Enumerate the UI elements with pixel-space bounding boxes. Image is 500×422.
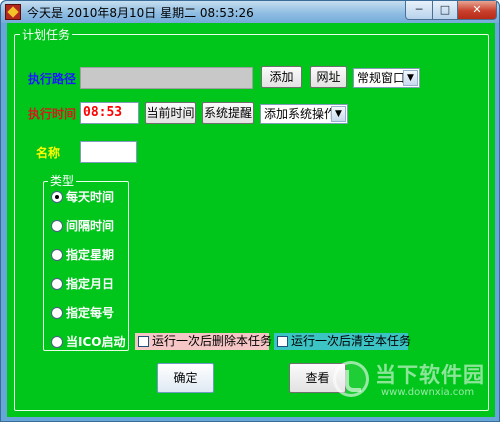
chevron-down-icon[interactable]: ▼: [331, 106, 346, 122]
type-option-label: 每天时间: [66, 190, 115, 204]
radio-button-5[interactable]: [51, 336, 63, 348]
type-option-label: 当ICO启动: [66, 335, 126, 349]
add-path-button[interactable]: 添加: [261, 66, 302, 88]
name-input[interactable]: [80, 141, 137, 163]
type-option-label: 间隔时间: [66, 219, 115, 233]
type-option-label: 指定月日: [66, 277, 115, 291]
delete-after-run-checkbox[interactable]: 运行一次后删除本任务: [135, 333, 273, 350]
chevron-down-icon[interactable]: ▼: [403, 70, 418, 86]
window-mode-value: 常规窗口: [357, 71, 406, 85]
radio-button-3[interactable]: [51, 278, 63, 290]
exec-path-label: 执行路径: [28, 72, 77, 86]
type-group-caption: 类型: [48, 174, 77, 188]
exec-time-label: 执行时间: [28, 107, 77, 121]
system-action-value: 添加系统操作: [264, 107, 337, 121]
system-action-select[interactable]: 添加系统操作 ▼: [260, 104, 348, 124]
checkbox-box[interactable]: [138, 336, 149, 347]
schedule-task-caption: 计划任务: [20, 28, 73, 42]
delete-after-run-label: 运行一次后删除本任务: [152, 334, 273, 348]
type-group: [43, 181, 129, 351]
type-option-label: 指定每号: [66, 306, 115, 320]
radio-button-4[interactable]: [51, 307, 63, 319]
title-bar[interactable]: 今天是 2010年8月10日 星期二 08:53:26 ─ □ ✕: [1, 1, 499, 23]
window-mode-select[interactable]: 常规窗口 ▼: [353, 68, 420, 88]
exec-time-input[interactable]: 08:53: [80, 102, 139, 124]
maximize-button[interactable]: □: [432, 1, 458, 20]
system-reminder-button[interactable]: 系统提醒: [202, 102, 254, 124]
checkbox-box[interactable]: [277, 336, 288, 347]
close-button[interactable]: ✕: [457, 1, 497, 20]
confirm-button[interactable]: 确定: [157, 363, 214, 393]
radio-button-0[interactable]: [51, 191, 63, 203]
name-label: 名称: [36, 146, 61, 160]
current-time-button[interactable]: 当前时间: [145, 102, 196, 124]
app-logo-icon[interactable]: [5, 4, 21, 20]
clear-after-run-checkbox[interactable]: 运行一次后清空本任务: [274, 333, 412, 350]
exec-path-input[interactable]: [80, 67, 253, 89]
window-title: 今天是 2010年8月10日 星期二 08:53:26: [27, 6, 254, 20]
url-button[interactable]: 网址: [310, 66, 347, 88]
clear-after-run-label: 运行一次后清空本任务: [291, 334, 412, 348]
client-area: 计划任务 执行路径 添加 网址 常规窗口 ▼ 执行时间 08:53 当前时间 系…: [7, 23, 495, 417]
view-button[interactable]: 查看: [289, 363, 346, 393]
radio-button-1[interactable]: [51, 220, 63, 232]
app-window: 今天是 2010年8月10日 星期二 08:53:26 ─ □ ✕ 计划任务 执…: [0, 0, 500, 422]
type-option-label: 指定星期: [66, 248, 115, 262]
minimize-button[interactable]: ─: [405, 1, 433, 20]
radio-button-2[interactable]: [51, 249, 63, 261]
